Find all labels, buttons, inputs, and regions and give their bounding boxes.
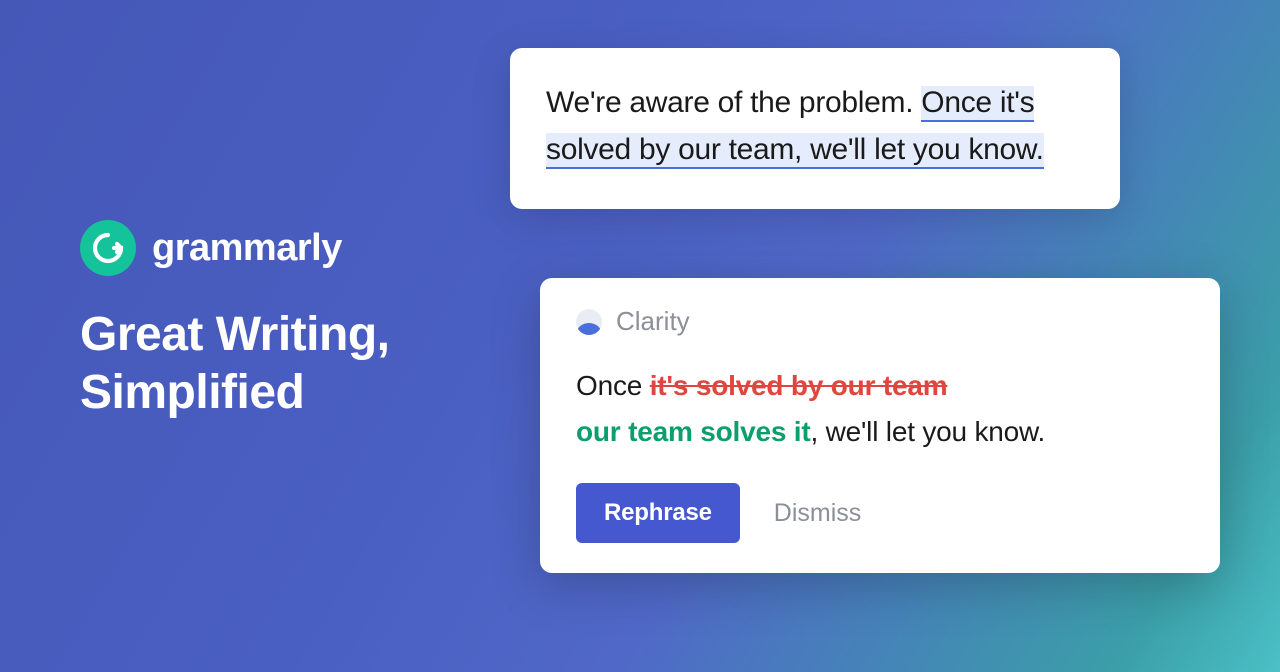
tagline: Great Writing, Simplified (80, 306, 389, 421)
suggestion-category-label: Clarity (616, 306, 690, 337)
tagline-line-1: Great Writing, (80, 308, 389, 361)
suggestion-card: Clarity Once it's solved by our team our … (540, 278, 1220, 573)
sample-plain: We're aware of the problem. (546, 86, 921, 119)
suggestion-strike: it's solved by our team (650, 370, 948, 401)
tagline-line-2: Simplified (80, 366, 304, 419)
action-row: Rephrase Dismiss (576, 483, 1184, 543)
rephrase-button[interactable]: Rephrase (576, 483, 740, 543)
suggestion-replacement: our team solves it (576, 416, 810, 447)
suggestion-text: Once it's solved by our team our team sol… (576, 363, 1184, 455)
sample-text: We're aware of the problem. Once it's so… (546, 80, 1084, 173)
brand-panel: grammarly Great Writing, Simplified (80, 220, 389, 421)
suggestion-category-row: Clarity (576, 306, 1184, 337)
suggestion-prefix: Once (576, 370, 650, 401)
logo-row: grammarly (80, 220, 389, 276)
dismiss-button[interactable]: Dismiss (774, 499, 862, 528)
sample-text-card: We're aware of the problem. Once it's so… (510, 48, 1120, 209)
grammarly-logo-icon (80, 220, 136, 276)
brand-name: grammarly (152, 227, 342, 270)
clarity-icon (576, 309, 602, 335)
suggestion-suffix: , we'll let you know. (810, 416, 1045, 447)
